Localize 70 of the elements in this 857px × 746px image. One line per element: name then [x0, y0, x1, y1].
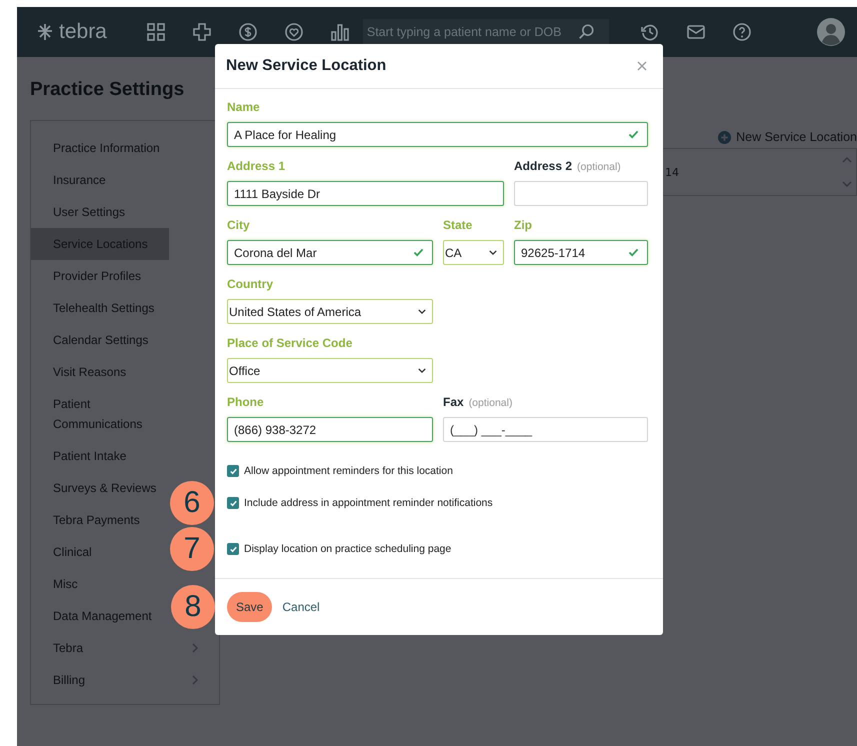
checkbox[interactable]: [227, 543, 239, 555]
checkbox[interactable]: [227, 497, 239, 509]
optional-hint: (optional): [468, 397, 512, 409]
sidebar-item[interactable]: Patient Intake: [31, 440, 169, 472]
field-label: Name: [227, 100, 260, 114]
sidebar-item[interactable]: Calendar Settings: [31, 324, 169, 356]
select-field[interactable]: United States of America: [227, 299, 433, 324]
sidebar-item[interactable]: Billing: [31, 664, 219, 696]
sidebar-item[interactable]: User Settings: [31, 196, 169, 228]
input-field[interactable]: (___) ___-____: [443, 417, 648, 442]
table-cell: 14: [665, 166, 679, 178]
field-label: Fax: [443, 395, 464, 409]
help-icon[interactable]: [732, 22, 752, 42]
field-label: Country: [227, 277, 273, 291]
input-field[interactable]: A Place for Healing: [227, 122, 648, 147]
checkbox-label: Display location on practice scheduling page: [244, 543, 452, 555]
caret-icon: [418, 309, 426, 314]
dollar-icon[interactable]: [238, 22, 258, 42]
cross-icon[interactable]: [192, 22, 212, 42]
field-label: Address 2: [514, 159, 572, 173]
search-field[interactable]: Start typing a patient name or DOB: [362, 19, 609, 45]
check-icon: [628, 130, 639, 139]
sidebar-item[interactable]: Clinical: [31, 536, 169, 568]
sidebar-item[interactable]: Tebra: [31, 632, 219, 664]
sidebar-item[interactable]: Tebra Payments: [31, 504, 169, 536]
input-field[interactable]: Corona del Mar: [227, 240, 433, 265]
checkbox[interactable]: [227, 465, 239, 477]
select-field[interactable]: CA: [443, 240, 504, 265]
sidebar-item[interactable]: Visit Reasons: [31, 356, 169, 388]
history-icon[interactable]: [640, 22, 660, 42]
bar-chart-icon[interactable]: [330, 22, 350, 42]
sidebar-item[interactable]: Insurance: [31, 164, 169, 196]
input-field[interactable]: 92625-1714: [514, 240, 648, 265]
input-field[interactable]: [514, 181, 648, 206]
check-icon: [628, 248, 639, 257]
input-field[interactable]: 1111 Bayside Dr: [227, 181, 504, 206]
field-label: Phone: [227, 395, 264, 409]
sidebar-item[interactable]: Surveys & Reviews: [31, 472, 169, 504]
field-label: Zip: [514, 218, 532, 232]
optional-hint: (optional): [577, 161, 621, 173]
field-label: Place of Service Code: [227, 336, 352, 350]
search-icon[interactable]: [576, 23, 595, 41]
grid-icon[interactable]: [146, 22, 166, 42]
logo-icon: [35, 22, 55, 42]
page-title: Practice Settings: [30, 79, 186, 101]
sidebar-item[interactable]: Misc: [31, 568, 169, 600]
check-icon: [413, 248, 424, 257]
sidebar-item[interactable]: Data Management: [31, 600, 169, 632]
save-button[interactable]: Save: [227, 592, 272, 622]
caret-icon: [418, 368, 426, 373]
logo-text: tebra: [59, 20, 107, 44]
sidebar-item[interactable]: Telehealth Settings: [31, 292, 169, 324]
caret-icon: [489, 250, 497, 255]
close-icon[interactable]: [637, 61, 647, 71]
cancel-link[interactable]: Cancel: [282, 600, 320, 614]
new-location-button[interactable]: New Service Location: [718, 130, 857, 144]
sidebar-item[interactable]: Patient Communications: [31, 388, 169, 440]
avatar-icon[interactable]: [817, 18, 845, 46]
plus-circle-icon: [718, 130, 732, 144]
field-label: State: [443, 218, 472, 232]
select-field[interactable]: Office: [227, 358, 433, 383]
field-label: City: [227, 218, 250, 232]
dialog-title: New Service Location: [226, 57, 386, 75]
sidebar-item[interactable]: Provider Profiles: [31, 260, 169, 292]
input-field[interactable]: (866) 938-3272: [227, 417, 433, 442]
checkbox-label: Include address in appointment reminder notifications: [244, 497, 493, 509]
mail-icon[interactable]: [686, 22, 706, 42]
field-label: Address 1: [227, 159, 286, 173]
sidebar-item[interactable]: Practice Information: [31, 132, 169, 164]
checkbox-label: Allow appointment reminders for this location: [244, 465, 453, 477]
